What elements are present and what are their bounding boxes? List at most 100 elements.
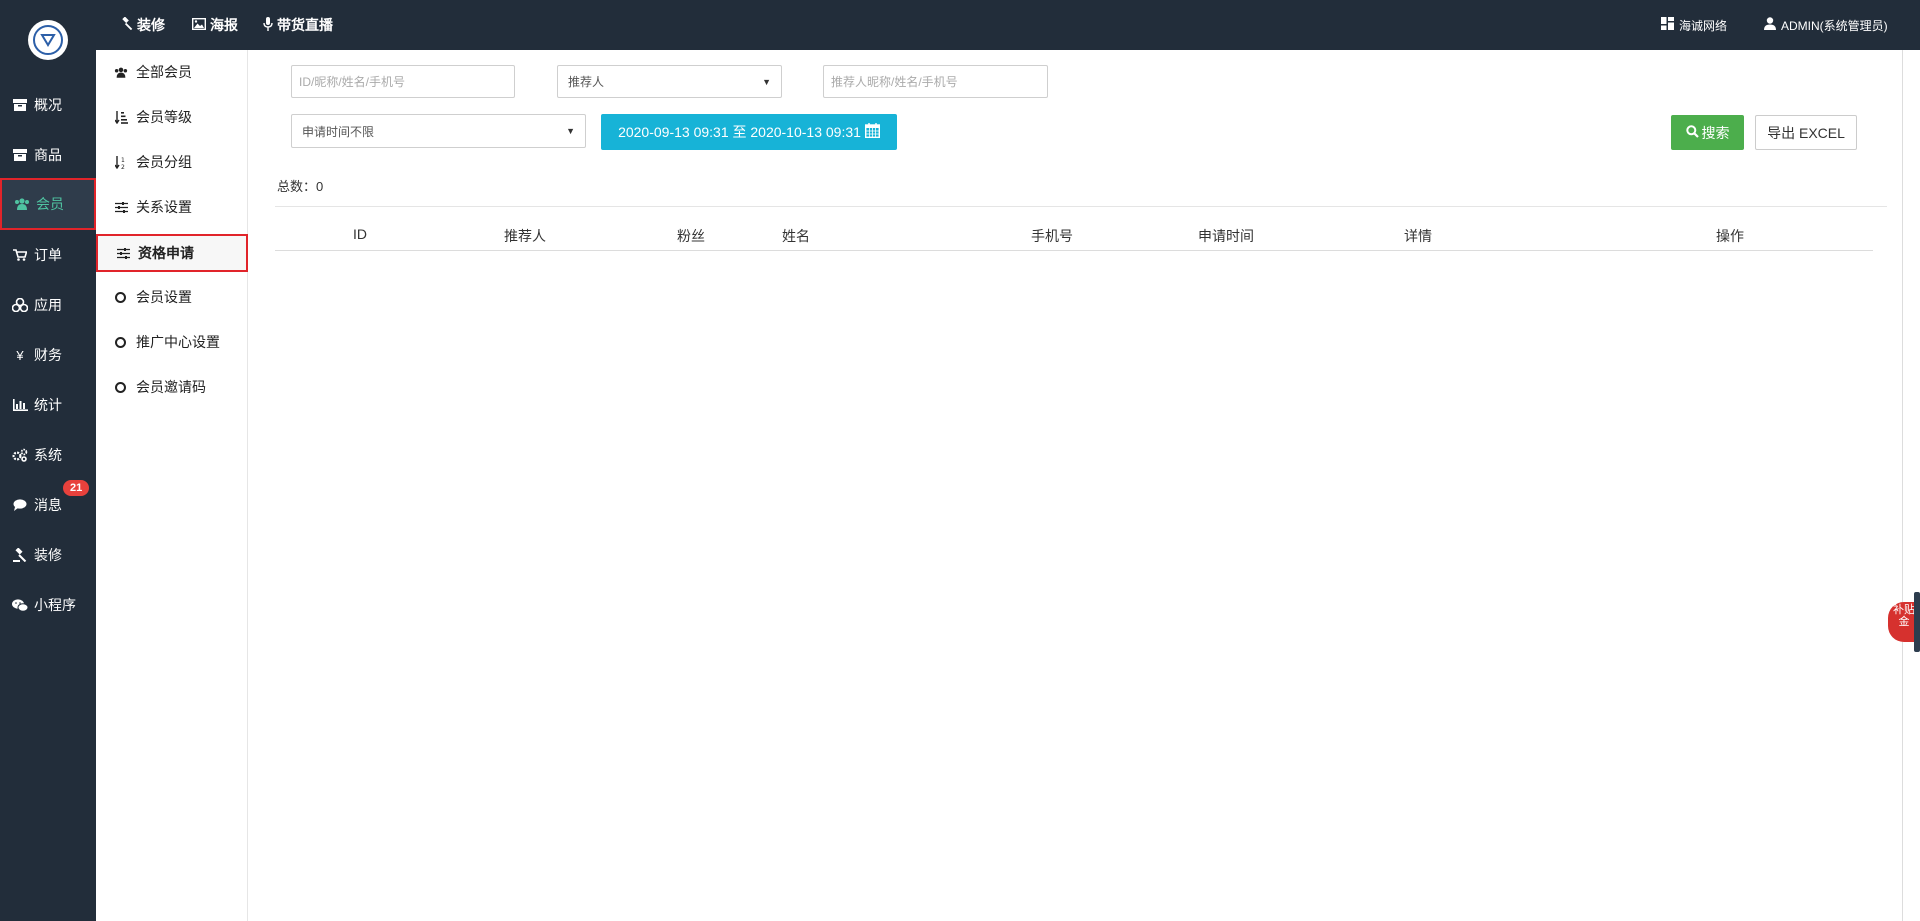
brand-logo[interactable]	[28, 20, 68, 60]
nav-item-stats[interactable]: 统计	[0, 380, 96, 430]
subnav-label: 推广中心设置	[136, 334, 220, 350]
subnav-label: 会员分组	[136, 154, 192, 170]
column-header-details: 详情	[1404, 228, 1432, 244]
nav-item-label: 商品	[34, 147, 62, 163]
referrer-select-value: 推荐人	[568, 75, 605, 89]
export-button-label: 导出 EXCEL	[1767, 124, 1845, 141]
subnav-label: 全部会员	[136, 64, 192, 80]
wechat-icon	[12, 598, 28, 612]
subnav-label: 会员邀请码	[136, 379, 206, 395]
float-handle[interactable]	[1914, 592, 1920, 652]
nav-item-label: 会员	[36, 196, 64, 212]
nav-item-miniprogram[interactable]: 小程序	[0, 580, 96, 630]
user-icon	[1764, 17, 1776, 33]
org-name: 海诚网络	[1679, 18, 1728, 33]
search-button[interactable]: 搜索	[1671, 115, 1744, 150]
total-count: 总数：0	[277, 176, 323, 195]
top-link-label: 装修	[137, 17, 165, 33]
caret-down-icon: ▼	[762, 76, 771, 87]
user-menu[interactable]: ADMIN(系统管理员)	[1764, 0, 1888, 50]
total-label: 总数：	[277, 179, 317, 194]
time-select-value: 申请时间不限	[302, 124, 375, 139]
yen-icon: ¥	[16, 347, 24, 363]
nav-item-label: 消息	[34, 497, 62, 513]
nav-item-label: 装修	[34, 547, 62, 563]
scroll-edge	[1902, 50, 1903, 921]
referrer-type-select[interactable]: 推荐人 ▼	[557, 65, 782, 98]
top-link-label: 海报	[210, 17, 238, 33]
subnav-relationship-settings[interactable]: 关系设置	[96, 188, 248, 226]
keyword-search-input[interactable]	[291, 65, 515, 98]
circle-icon	[115, 291, 126, 303]
user-name: ADMIN(系统管理员)	[1781, 18, 1888, 33]
users-icon	[114, 67, 128, 78]
section-divider	[275, 206, 1887, 207]
top-link-decoration[interactable]: 装修	[120, 0, 165, 50]
referrer-search-input[interactable]	[823, 65, 1048, 98]
sort-numeric-icon: 12	[114, 155, 128, 169]
nav-item-apps[interactable]: 应用	[0, 280, 96, 330]
search-icon	[1685, 124, 1699, 141]
subnav-label: 会员等级	[136, 109, 192, 125]
cubes-icon	[12, 298, 28, 312]
top-link-poster[interactable]: 海报	[191, 0, 238, 50]
subnav-member-groups[interactable]: 12 会员分组	[96, 143, 248, 181]
nav-item-members[interactable]: 会员	[0, 178, 96, 230]
column-header-fans: 粉丝	[677, 228, 705, 244]
export-excel-button[interactable]: 导出 EXCEL	[1755, 115, 1857, 150]
nav-item-goods[interactable]: 商品	[0, 130, 96, 180]
subnav-promotion-center-settings[interactable]: 推广中心设置	[96, 323, 248, 361]
date-range-picker[interactable]: 2020-09-13 09:31 至 2020-10-13 09:31	[601, 114, 897, 150]
apply-time-select[interactable]: 申请时间不限 ▼	[291, 114, 586, 148]
circle-icon	[115, 336, 126, 348]
gavel-icon	[120, 16, 133, 33]
sliders-icon	[116, 247, 130, 259]
nav-item-label: 订单	[34, 247, 62, 263]
top-bar: 装修 海报 带货直播 海诚网络 ADMIN(系统管理员)	[96, 0, 1920, 50]
nav-item-label: 小程序	[34, 597, 76, 613]
microphone-icon	[263, 16, 273, 34]
table-header-divider	[275, 250, 1873, 251]
calendar-icon	[864, 123, 880, 141]
logo-mark	[33, 25, 63, 55]
subnav-label: 会员设置	[136, 289, 192, 305]
subnav-qualification-apply[interactable]: 资格申请	[96, 234, 248, 272]
main-sidebar: 概况 商品 会员 订单 应用 ¥ 财务 统计 系统 消息 21 装修 小程序	[0, 0, 96, 921]
archive-icon	[12, 99, 28, 111]
search-button-label: 搜索	[1701, 124, 1730, 141]
dashboard-icon	[1661, 17, 1674, 33]
sliders-icon	[114, 201, 128, 213]
image-icon	[191, 17, 207, 33]
archive-icon	[12, 149, 28, 161]
nav-item-orders[interactable]: 订单	[0, 230, 96, 280]
subnav-member-settings[interactable]: 会员设置	[96, 278, 248, 316]
nav-item-label: 财务	[34, 347, 62, 363]
column-header-id: ID	[353, 226, 367, 242]
message-count-badge: 21	[63, 480, 90, 496]
gears-icon	[12, 448, 28, 462]
org-switch[interactable]: 海诚网络	[1661, 0, 1727, 50]
gavel-icon	[12, 548, 28, 562]
nav-item-overview[interactable]: 概况	[0, 80, 96, 130]
column-header-name: 姓名	[782, 228, 810, 244]
nav-item-finance[interactable]: ¥ 财务	[0, 330, 96, 380]
subnav-label: 关系设置	[136, 199, 192, 215]
subnav-all-members[interactable]: 全部会员	[96, 53, 248, 91]
column-header-actions: 操作	[1716, 228, 1744, 244]
column-header-apply-time: 申请时间	[1198, 228, 1254, 244]
subsidy-float-widget[interactable]: 补贴金	[1886, 592, 1920, 652]
nav-item-system[interactable]: 系统	[0, 430, 96, 480]
nav-item-label: 统计	[34, 397, 62, 413]
subnav-member-invite-code[interactable]: 会员邀请码	[96, 368, 248, 406]
nav-item-decoration[interactable]: 装修	[0, 530, 96, 580]
top-link-live[interactable]: 带货直播	[263, 0, 333, 50]
bar-chart-icon	[12, 399, 28, 411]
nav-item-label: 系统	[34, 447, 62, 463]
column-header-phone: 手机号	[1031, 228, 1073, 244]
circle-icon	[115, 381, 126, 393]
svg-text:2: 2	[121, 164, 125, 169]
subnav-label: 资格申请	[138, 245, 194, 261]
total-value: 0	[316, 179, 324, 194]
date-range-text: 2020-09-13 09:31 至 2020-10-13 09:31	[618, 124, 861, 140]
subnav-member-levels[interactable]: 会员等级	[96, 98, 248, 136]
